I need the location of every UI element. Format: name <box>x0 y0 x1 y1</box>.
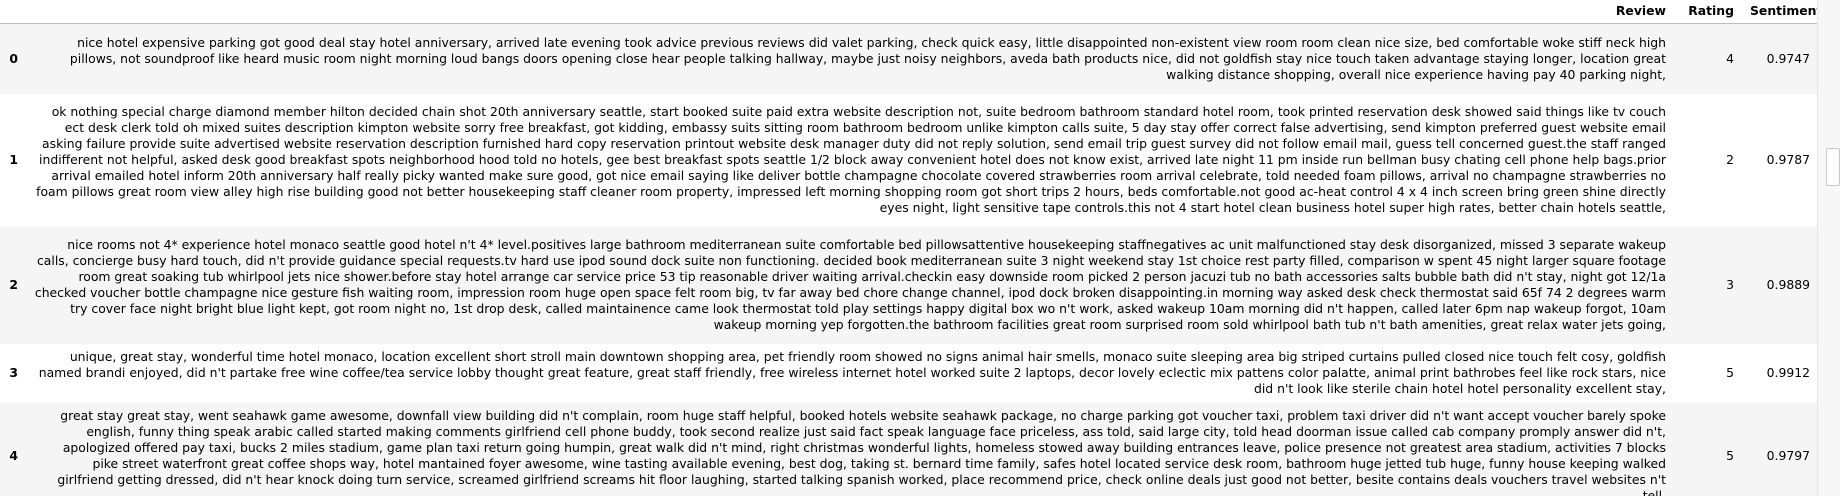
rating-cell: 5 <box>1726 447 1734 463</box>
row-index: 1 <box>9 152 18 167</box>
row-index: 2 <box>9 277 18 292</box>
sentiment-cell: 0.9787 <box>1766 152 1810 167</box>
table-row: 4 great stay great stay, went seahawk ga… <box>0 402 1818 496</box>
sentiments-column-header: Sentiments <box>1742 0 1818 24</box>
review-cell: nice rooms not 4* experience hotel monac… <box>34 237 1666 332</box>
row-index: 4 <box>9 447 18 463</box>
index-column-header <box>0 0 26 24</box>
scrollbar-thumb[interactable] <box>1826 148 1840 186</box>
review-cell: great stay great stay, went seahawk game… <box>57 407 1666 496</box>
table-row: 3 unique, great stay, wonderful time hot… <box>0 343 1818 403</box>
dataframe-output: Review Rating Sentiments 0 nice hotel ex… <box>0 0 1818 496</box>
review-column-header: Review <box>26 0 1674 24</box>
review-cell: ok nothing special charge diamond member… <box>36 104 1666 215</box>
reviews-table: Review Rating Sentiments 0 nice hotel ex… <box>0 0 1818 496</box>
rating-cell: 3 <box>1726 277 1734 292</box>
table-row: 0 nice hotel expensive parking got good … <box>0 23 1818 94</box>
sentiment-cell: 0.9912 <box>1766 365 1810 380</box>
sentiment-cell: 0.9797 <box>1766 447 1810 463</box>
rating-cell: 4 <box>1726 50 1734 66</box>
table-row: 1 ok nothing special charge diamond memb… <box>0 93 1818 227</box>
sentiment-cell: 0.9889 <box>1766 277 1810 292</box>
row-index: 3 <box>9 365 18 380</box>
table-row: 2 nice rooms not 4* experience hotel mon… <box>0 226 1818 344</box>
review-cell: unique, great stay, wonderful time hotel… <box>38 349 1666 396</box>
review-cell: nice hotel expensive parking got good de… <box>69 34 1666 82</box>
rating-cell: 5 <box>1726 365 1734 380</box>
rating-column-header: Rating <box>1674 0 1742 24</box>
row-index: 0 <box>9 50 18 66</box>
table-header-row: Review Rating Sentiments <box>0 0 1818 24</box>
rating-cell: 2 <box>1726 152 1734 167</box>
sentiment-cell: 0.9747 <box>1766 50 1810 66</box>
vertical-scrollbar[interactable] <box>1817 0 1840 496</box>
